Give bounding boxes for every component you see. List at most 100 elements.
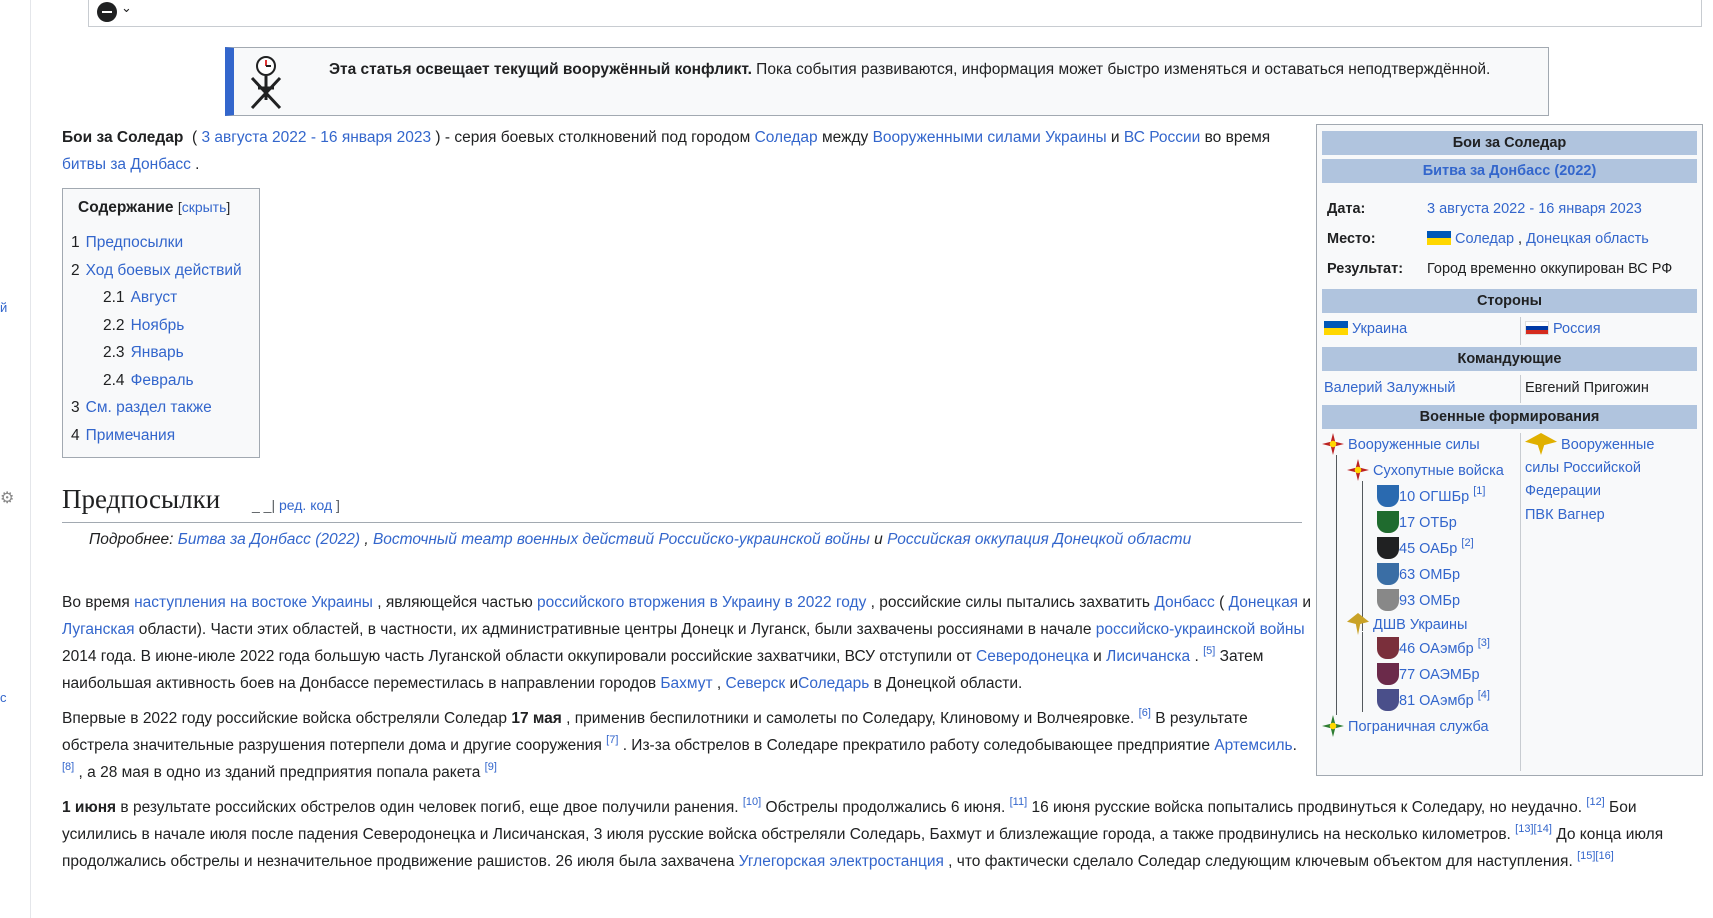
- edit-pre: _ _|: [252, 497, 276, 513]
- ukraine-armed-forces-emblem-icon: [1322, 433, 1344, 455]
- link[interactable]: Донбасс: [1154, 594, 1215, 611]
- sidebar-fragment[interactable]: й: [0, 300, 7, 315]
- dshv-link[interactable]: ДШВ Украины: [1373, 617, 1467, 633]
- link[interactable]: Соледарь: [798, 675, 869, 692]
- commander-ua-link[interactable]: Валерий Залужный: [1324, 380, 1455, 396]
- side-ukraine-link[interactable]: Украина: [1352, 321, 1407, 337]
- soledar-link[interactable]: Соледар: [755, 129, 818, 146]
- ru-armed-forces-link[interactable]: Вооруженные силы Российской Федерации: [1525, 437, 1654, 499]
- toc-link[interactable]: Август: [131, 289, 178, 306]
- reference[interactable]: [11]: [1010, 796, 1028, 808]
- toc-item[interactable]: 2.2 Ноябрь: [71, 312, 242, 340]
- reference[interactable]: [16]: [1595, 850, 1613, 862]
- gear-icon[interactable]: ⚙: [0, 488, 14, 508]
- toc-item[interactable]: 2 Ход боевых действий: [71, 257, 242, 285]
- toc-link[interactable]: Январь: [131, 344, 184, 361]
- toc-link[interactable]: См. раздел также: [86, 399, 212, 416]
- text: области). Части этих областей, в частнос…: [134, 621, 1096, 638]
- unit-46-link[interactable]: 46 ОАэмбр: [1399, 641, 1474, 657]
- result-label: Результат:: [1327, 261, 1404, 277]
- afu-link[interactable]: Вооруженными силами Украины: [873, 129, 1107, 146]
- text: , применив беспилотники и самолеты по Со…: [561, 710, 1139, 727]
- link[interactable]: российского вторжения в Украину в 2022 г…: [537, 594, 866, 611]
- border-guard-link[interactable]: Пограничная служба: [1348, 719, 1489, 735]
- notice-rest: Пока события развиваются, информация мож…: [751, 61, 1491, 78]
- toc-number: 2.2: [103, 316, 125, 334]
- hatnote-link-eastern-theater[interactable]: Восточный театр военных действий Российс…: [373, 531, 870, 548]
- vs-russia-link[interactable]: ВС России: [1124, 129, 1200, 146]
- reference[interactable]: [1]: [1473, 485, 1485, 497]
- reference[interactable]: [12]: [1586, 796, 1604, 808]
- place-value: Соледар , Донецкая область: [1427, 231, 1649, 247]
- place-region-link[interactable]: Донецкая область: [1526, 231, 1649, 247]
- ukraine-flag-icon: [1324, 321, 1348, 335]
- reference[interactable]: [13]: [1515, 823, 1533, 835]
- toc-link[interactable]: Ноябрь: [131, 317, 185, 334]
- article-title-bold: Бои за Соледар: [62, 129, 184, 146]
- reference[interactable]: [7]: [606, 734, 618, 746]
- reference[interactable]: [9]: [485, 761, 497, 773]
- link[interactable]: Лисичанска: [1106, 648, 1190, 665]
- link[interactable]: Северск: [726, 675, 786, 692]
- toc-item[interactable]: 4 Примечания: [71, 422, 242, 450]
- text: ,: [1514, 231, 1527, 247]
- reference[interactable]: [4]: [1478, 689, 1490, 701]
- reference[interactable]: [2]: [1461, 537, 1473, 549]
- reference[interactable]: [3]: [1478, 637, 1490, 649]
- unit-63-link[interactable]: 63 ОМБр: [1399, 567, 1460, 583]
- brigade-10-emblem-icon: [1377, 485, 1399, 507]
- ua-armed-forces-link[interactable]: Вооруженные силы: [1348, 437, 1480, 453]
- date-link[interactable]: 3 августа 2022 - 16 января 2023: [1427, 201, 1642, 217]
- section-title: Предпосылки: [62, 484, 221, 514]
- collapse-icon[interactable]: [97, 2, 117, 22]
- link[interactable]: Бахмут: [660, 675, 712, 692]
- toc-item[interactable]: 2.4 Февраль: [71, 367, 242, 395]
- link[interactable]: Углегорская электростанция: [739, 853, 944, 870]
- reference[interactable]: [14]: [1534, 823, 1552, 835]
- reference[interactable]: [10]: [743, 796, 761, 808]
- link[interactable]: Артемсиль: [1214, 737, 1292, 754]
- reference[interactable]: [6]: [1139, 707, 1151, 719]
- donbas-battle-link[interactable]: битвы за Донбасс: [62, 156, 191, 173]
- brigade-81-emblem-icon: [1377, 689, 1399, 711]
- section-body: Во время наступления на востоке Украины …: [62, 589, 1663, 883]
- toc-item[interactable]: 1 Предпосылки: [71, 229, 242, 257]
- unit-93-link[interactable]: 93 ОМБр: [1399, 593, 1460, 609]
- toc-link[interactable]: Ход боевых действий: [86, 262, 242, 279]
- toc-item[interactable]: 2.3 Январь: [71, 339, 242, 367]
- edit-code-link[interactable]: ред. код: [279, 497, 332, 513]
- tree-line: [1362, 632, 1363, 712]
- toc-item[interactable]: 3 См. раздел также: [71, 394, 242, 422]
- toc-link[interactable]: Предпосылки: [86, 234, 183, 251]
- unit-45-link[interactable]: 45 ОАБр: [1399, 541, 1457, 557]
- chevron-down-icon[interactable]: ⌄: [121, 0, 132, 16]
- text: (: [1214, 594, 1229, 611]
- hatnote-link-occupation[interactable]: Российская оккупация Донецкой области: [887, 531, 1191, 548]
- toc-link[interactable]: Февраль: [131, 372, 194, 389]
- reference[interactable]: [5]: [1203, 645, 1215, 657]
- toc-hide-link[interactable]: скрыть: [182, 199, 227, 215]
- dates-link[interactable]: 3 августа 2022 - 16 января 2023: [201, 129, 431, 146]
- date-label: Дата:: [1327, 201, 1366, 217]
- sidebar-fragment[interactable]: с: [0, 690, 7, 705]
- reference[interactable]: [15]: [1577, 850, 1595, 862]
- text: в Донецкой области.: [869, 675, 1023, 692]
- link[interactable]: Луганская: [62, 621, 134, 638]
- unit-17-link[interactable]: 17 ОТБр: [1399, 515, 1457, 531]
- hatnote-link-donbas[interactable]: Битва за Донбасс (2022): [178, 531, 360, 548]
- side-russia-link[interactable]: Россия: [1553, 321, 1601, 337]
- link[interactable]: Северодонецка: [976, 648, 1089, 665]
- toc-link[interactable]: Примечания: [86, 427, 176, 444]
- unit-10-link[interactable]: 10 ОГШБр: [1399, 489, 1469, 505]
- link[interactable]: Донецкая: [1229, 594, 1299, 611]
- wagner-link[interactable]: ПВК Вагнер: [1525, 507, 1605, 523]
- reference[interactable]: [8]: [62, 761, 74, 773]
- unit-77-link[interactable]: 77 ОАЭМБр: [1399, 667, 1480, 683]
- ground-forces-link[interactable]: Сухопутные войска: [1373, 463, 1504, 479]
- link[interactable]: российско-украинской войны: [1096, 621, 1305, 638]
- place-city-link[interactable]: Соледар: [1455, 231, 1514, 247]
- link[interactable]: наступления на востоке Украины: [134, 594, 373, 611]
- toc-item[interactable]: 2.1 Август: [71, 284, 242, 312]
- unit-81-link[interactable]: 81 ОАэмбр: [1399, 693, 1474, 709]
- infobox-subtitle-link[interactable]: Битва за Донбасс (2022): [1423, 163, 1597, 179]
